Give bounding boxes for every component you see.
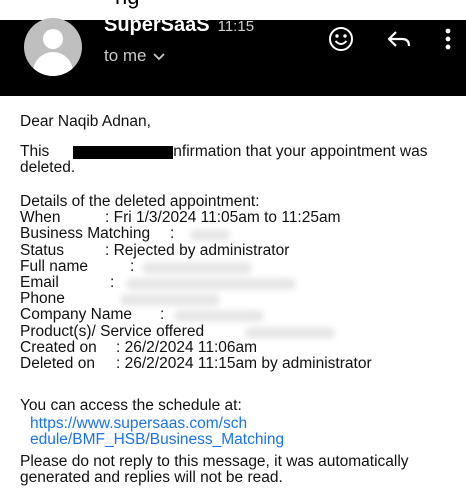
detail-label: Product(s)/ Service offered — [20, 322, 205, 340]
detail-row-products: Product(s)/ Service offered — [20, 322, 460, 340]
details-heading: Details of the deleted appointment: — [20, 193, 460, 210]
blurred-value — [120, 294, 220, 307]
sender-name[interactable]: SuperSaaS — [104, 14, 210, 37]
clipped-top-text: ng — [115, 0, 139, 10]
sender-time: 11:15 — [217, 18, 255, 35]
intro-line-2: deleted. — [20, 159, 76, 177]
blurred-value — [190, 229, 230, 242]
detail-row-phone: Phone — [20, 290, 460, 308]
detail-label: Company Name — [20, 306, 132, 324]
details-heading-text: Details of the deleted appointment: — [20, 193, 260, 210]
redaction-bar — [73, 146, 144, 159]
detail-row-status: Status : Rejected by administrator — [20, 241, 460, 259]
detail-row-created-on: Created on : 26/2/2024 11:06am — [20, 338, 460, 356]
sender-row: SuperSaaS 11:15 — [104, 14, 254, 37]
detail-row-when: When : Fri 1/3/2024 11:05am to 11:25am — [20, 209, 460, 227]
intro-line-1: This nfirmation that your appointment wa… — [20, 143, 460, 160]
detail-label: Phone — [20, 290, 65, 308]
detail-value: : — [110, 273, 115, 291]
recipient-toggle[interactable]: to me — [104, 46, 165, 66]
redaction-bar — [143, 146, 174, 159]
blurred-value — [174, 310, 264, 323]
schedule-access-text: You can access the schedule at: — [20, 397, 242, 414]
reply-icon[interactable] — [384, 24, 414, 54]
detail-label: Full name — [20, 257, 89, 275]
intro-text-end: nfirmation that your appointment was — [173, 143, 428, 160]
intro-text-start: This — [20, 143, 50, 160]
footer-line-2: generated and replies will not be read. — [20, 469, 283, 487]
appointment-details: Details of the deleted appointment: When… — [20, 193, 460, 372]
detail-value: : 26/2/2024 11:06am — [116, 338, 258, 356]
detail-row-deleted-on: Deleted on : 26/2/2024 11:15am by admini… — [20, 354, 460, 372]
footer-note: Please do not reply to this message, it … — [20, 453, 460, 487]
detail-value: : — [160, 306, 165, 324]
detail-label: Business Matching — [20, 225, 151, 243]
schedule-link[interactable]: https://www.supersaas.com/sch edule/BMF_… — [30, 415, 330, 448]
more-vert-icon[interactable] — [438, 24, 458, 54]
smiley-icon[interactable] — [326, 24, 356, 54]
detail-value: : — [170, 225, 175, 243]
blurred-value — [126, 277, 296, 290]
detail-label: Status — [20, 241, 64, 259]
detail-label: Deleted on — [20, 354, 95, 372]
detail-label: When — [20, 209, 61, 227]
detail-row-full-name: Full name : — [20, 257, 460, 275]
detail-value: : Fri 1/3/2024 11:05am to 11:25am — [105, 209, 341, 227]
email-body: Dear Naqib Adnan, This nfirmation that y… — [0, 96, 466, 504]
detail-row-company-name: Company Name : — [20, 307, 460, 323]
detail-row-business-matching: Business Matching : — [20, 226, 460, 242]
detail-value: : 26/2/2024 11:15am by administrator — [116, 354, 372, 372]
detail-row-email: Email : — [20, 273, 460, 291]
chevron-down-icon — [152, 46, 165, 66]
avatar-head — [43, 29, 63, 49]
detail-label: Email — [20, 273, 59, 291]
schedule-link-line-2[interactable]: edule/BMF_HSB/Business_Matching — [30, 432, 330, 448]
schedule-link-line-1[interactable]: https://www.supersaas.com/sch — [30, 415, 330, 432]
detail-value: : — [130, 257, 135, 275]
blurred-value — [245, 326, 335, 339]
avatar-shoulders — [33, 52, 73, 76]
detail-label: Created on — [20, 338, 97, 356]
recipient-label: to me — [104, 46, 147, 65]
detail-value: : Rejected by administrator — [105, 241, 290, 259]
email-screen: ng SuperSaaS 11:15 to me — [0, 0, 466, 504]
blurred-value — [142, 261, 252, 274]
footer-line-1: Please do not reply to this message, it … — [20, 453, 409, 470]
intro-paragraph: This nfirmation that your appointment wa… — [20, 143, 460, 177]
avatar-icon[interactable] — [24, 18, 82, 76]
greeting: Dear Naqib Adnan, — [20, 113, 151, 130]
